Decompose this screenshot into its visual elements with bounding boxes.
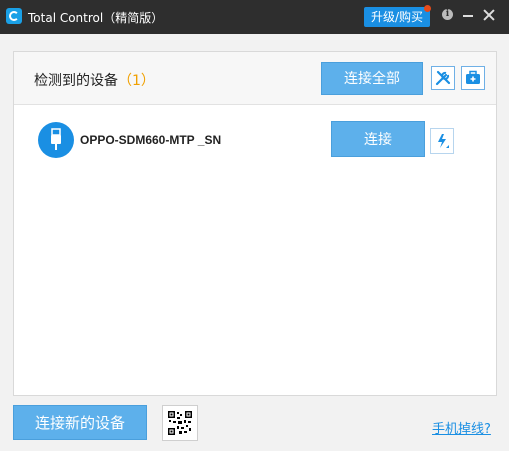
close-icon[interactable] xyxy=(483,9,495,21)
detected-devices-count: （1） xyxy=(118,73,155,89)
minimize-icon[interactable] xyxy=(463,15,473,17)
connect-all-button[interactable]: 连接全部 xyxy=(321,62,423,95)
upgrade-buy-button[interactable]: 升级/购买 xyxy=(364,7,430,27)
toolbox-icon xyxy=(466,70,480,84)
qr-code-icon xyxy=(167,410,193,436)
usb-icon xyxy=(38,122,74,158)
connect-device-button[interactable]: 连接 xyxy=(331,121,425,157)
detected-devices-label: 检测到的设备 xyxy=(34,73,118,89)
device-panel: 检测到的设备（1） 连接全部 OPPO-SDM660-MTP _SN 连接 xyxy=(13,51,497,396)
device-action-button[interactable] xyxy=(430,128,454,154)
window-title: Total Control（精简版） xyxy=(28,11,164,25)
panel-header: 检测到的设备（1） 连接全部 xyxy=(14,52,496,105)
qr-code-button[interactable] xyxy=(162,405,198,441)
notification-dot xyxy=(424,5,431,12)
flash-icon xyxy=(438,134,449,148)
title-bar: Total Control（精简版） 升级/购买 i xyxy=(0,0,509,34)
app-logo-icon xyxy=(6,8,22,24)
connect-new-device-button[interactable]: 连接新的设备 xyxy=(13,405,147,440)
tools-button[interactable] xyxy=(431,66,455,90)
phone-disconnected-help-link[interactable]: 手机掉线? xyxy=(432,418,491,437)
app-window: Total Control（精简版） 升级/购买 i 检测到的设备（1） 连接全… xyxy=(0,0,509,451)
info-icon[interactable]: i xyxy=(442,9,453,20)
detected-devices-heading: 检测到的设备（1） xyxy=(34,70,155,90)
toolbox-button[interactable] xyxy=(461,66,485,90)
device-name: OPPO-SDM660-MTP _SN xyxy=(80,133,222,147)
wrench-screwdriver-icon xyxy=(435,70,451,86)
